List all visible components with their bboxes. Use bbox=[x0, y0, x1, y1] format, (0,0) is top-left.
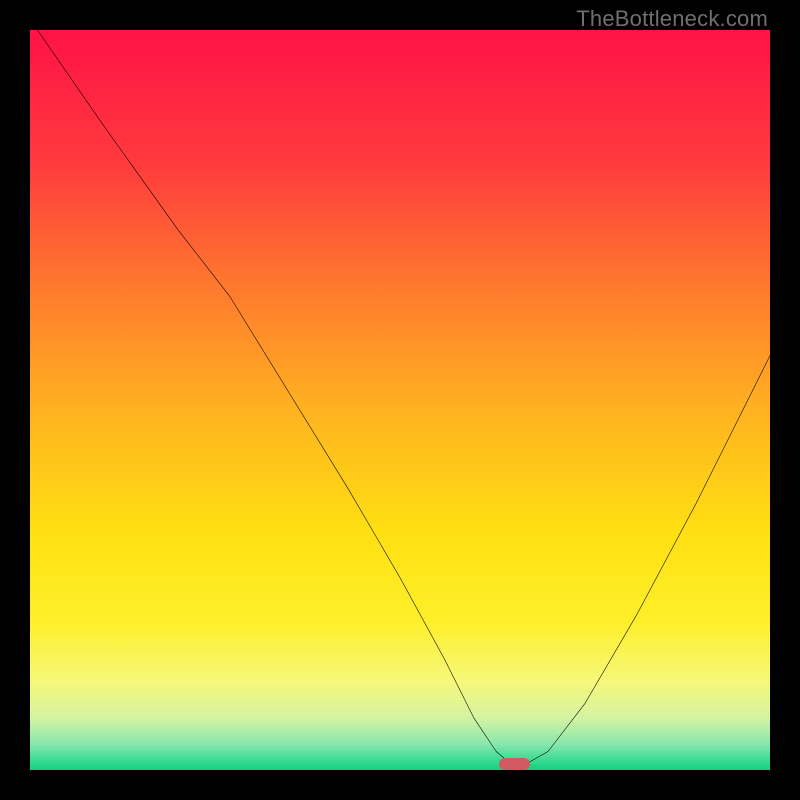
chart-frame: TheBottleneck.com bbox=[0, 0, 800, 800]
watermark-text: TheBottleneck.com bbox=[576, 6, 768, 32]
bottleneck-curve bbox=[30, 30, 770, 770]
optimal-marker bbox=[499, 758, 530, 770]
plot-area bbox=[30, 30, 770, 770]
